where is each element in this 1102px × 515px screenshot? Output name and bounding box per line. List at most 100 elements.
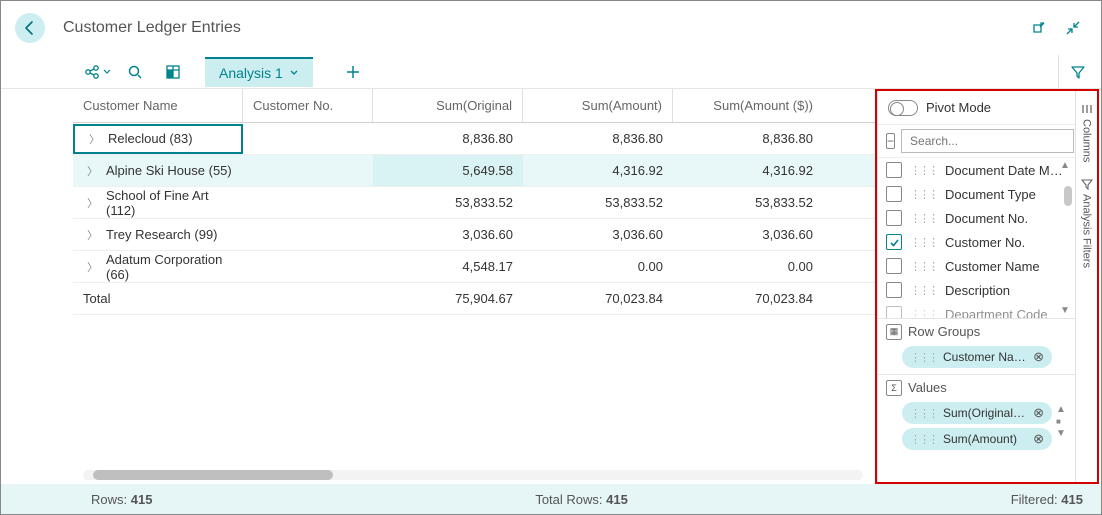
drag-handle-icon[interactable]: ⋮⋮⋮ — [910, 284, 937, 297]
expand-icon[interactable]: 〉 — [89, 131, 100, 147]
remove-chip-button[interactable]: ⊗ — [1033, 405, 1044, 421]
collapse-all-button[interactable]: − — [886, 133, 895, 149]
expand-icon[interactable]: 〉 — [87, 195, 98, 211]
col-header-sum-amount[interactable]: Sum(Amount) — [523, 89, 673, 122]
col-header-sum-amount-usd[interactable]: Sum(Amount ($)) — [673, 89, 823, 122]
checkbox[interactable] — [886, 210, 902, 226]
drag-handle-icon[interactable]: ⋮⋮⋮ — [910, 164, 937, 177]
filtered-count: Filtered: 415 — [1011, 492, 1083, 507]
values-scroll-arrows[interactable]: ▲■▼ — [1056, 402, 1066, 439]
remove-chip-button[interactable]: ⊗ — [1033, 349, 1044, 365]
column-search-row: − — [878, 125, 1075, 158]
back-button[interactable] — [15, 13, 45, 43]
pivot-mode-label: Pivot Mode — [926, 100, 991, 115]
list-scroll-arrows[interactable]: ▲▼ — [1060, 160, 1072, 316]
analysis-mode-button[interactable] — [159, 58, 187, 86]
cell-amt-usd: 3,036.60 — [673, 219, 823, 250]
column-item[interactable]: ⋮⋮⋮ Description — [878, 278, 1075, 302]
drag-handle-icon[interactable]: ⋮⋮⋮ — [910, 433, 937, 446]
tab-label: Analysis 1 — [219, 65, 283, 81]
remove-chip-button[interactable]: ⊗ — [1033, 431, 1044, 447]
collapse-button[interactable] — [1065, 20, 1081, 36]
checkbox[interactable] — [886, 162, 902, 178]
add-tab-button[interactable] — [337, 56, 369, 88]
analysis-icon — [165, 64, 181, 80]
filter-pane-button[interactable] — [1065, 59, 1091, 85]
drag-handle-icon[interactable]: ⋮⋮⋮ — [910, 407, 937, 420]
search-button[interactable] — [121, 58, 149, 86]
expand-icon[interactable]: 〉 — [87, 163, 98, 179]
cell-name: School of Fine Art (112) — [106, 188, 233, 218]
status-bar: Rows: 415 Total Rows: 415 Filtered: 415 — [1, 484, 1101, 514]
data-grid: Customer Name Customer No. Sum(Original … — [73, 89, 875, 484]
cell-no — [243, 155, 373, 186]
drag-handle-icon[interactable]: ⋮⋮⋮ — [910, 188, 937, 201]
cell-orig: 8,836.80 — [373, 123, 523, 154]
checkbox[interactable] — [886, 186, 902, 202]
side-tab-columns[interactable]: Columns — [1081, 97, 1093, 168]
column-item[interactable]: ⋮⋮⋮ Customer No. — [878, 230, 1075, 254]
values-icon: Σ — [886, 380, 902, 396]
total-label: Total — [73, 283, 243, 314]
column-item[interactable]: ⋮⋮⋮ Customer Name — [878, 254, 1075, 278]
col-header-sum-original[interactable]: Sum(Original — [373, 89, 523, 122]
horizontal-scrollbar[interactable] — [73, 468, 875, 482]
col-header-customer-name[interactable]: Customer Name — [73, 89, 243, 122]
open-new-window-button[interactable] — [1031, 20, 1047, 36]
column-headers: Customer Name Customer No. Sum(Original … — [73, 89, 875, 123]
column-item[interactable]: ⋮⋮⋮ Department Code — [878, 302, 1075, 318]
cell-name: Relecloud (83) — [108, 131, 193, 146]
drag-handle-icon[interactable]: ⋮⋮⋮ — [910, 260, 937, 273]
drag-handle-icon[interactable]: ⋮⋮⋮ — [910, 212, 937, 225]
cell-name: Adatum Corporation (66) — [106, 252, 233, 282]
checkbox[interactable] — [886, 258, 902, 274]
col-header-customer-no[interactable]: Customer No. — [243, 89, 373, 122]
column-search-input[interactable] — [901, 129, 1074, 153]
columns-icon — [1081, 103, 1093, 115]
checkbox[interactable] — [886, 306, 902, 318]
table-row[interactable]: 〉School of Fine Art (112) 53,833.52 53,8… — [73, 187, 875, 219]
pivot-mode-toggle[interactable] — [888, 100, 918, 116]
checkbox[interactable] — [886, 282, 902, 298]
cell-no — [243, 187, 373, 218]
value-chip[interactable]: ⋮⋮⋮ Sum(Original A... ⊗ — [902, 402, 1052, 424]
search-icon — [127, 64, 143, 80]
cell-amt: 8,836.80 — [523, 123, 673, 154]
expand-icon[interactable]: 〉 — [87, 259, 98, 275]
chevron-down-icon — [289, 68, 299, 78]
column-item[interactable]: ⋮⋮⋮ Document Type — [878, 182, 1075, 206]
share-button[interactable] — [83, 58, 111, 86]
column-item[interactable]: ⋮⋮⋮ Document No. — [878, 206, 1075, 230]
row-group-chip[interactable]: ⋮⋮⋮ Customer Name ⊗ — [902, 346, 1052, 368]
table-row[interactable]: 〉Relecloud (83) 8,836.80 8,836.80 8,836.… — [73, 123, 875, 155]
cell-orig: 5,649.58 — [373, 155, 523, 186]
column-label: Department Code — [945, 307, 1048, 319]
cell-name: Trey Research (99) — [106, 227, 218, 242]
drag-handle-icon[interactable]: ⋮⋮⋮ — [910, 308, 937, 319]
columns-panel-highlight: Pivot Mode − ⋮⋮⋮ Document Date Month ⋮⋮⋮… — [875, 89, 1099, 484]
total-amt-usd: 70,023.84 — [673, 283, 823, 314]
list-scroll-thumb[interactable] — [1064, 186, 1072, 206]
expand-icon[interactable]: 〉 — [87, 227, 98, 243]
total-rows-count: Total Rows: 415 — [152, 492, 1010, 507]
table-row[interactable]: 〉Alpine Ski House (55) 5,649.58 4,316.92… — [73, 155, 875, 187]
column-list: ⋮⋮⋮ Document Date Month ⋮⋮⋮ Document Typ… — [878, 158, 1075, 318]
cell-amt: 4,316.92 — [523, 155, 673, 186]
table-row[interactable]: 〉Adatum Corporation (66) 4,548.17 0.00 0… — [73, 251, 875, 283]
row-groups-label: Row Groups — [908, 324, 980, 339]
checkbox-checked[interactable] — [886, 234, 902, 250]
cell-orig: 3,036.60 — [373, 219, 523, 250]
column-label: Document Date Month — [945, 163, 1067, 178]
cell-amt-usd: 53,833.52 — [673, 187, 823, 218]
drag-handle-icon[interactable]: ⋮⋮⋮ — [910, 351, 937, 364]
table-row[interactable]: 〉Trey Research (99) 3,036.60 3,036.60 3,… — [73, 219, 875, 251]
row-groups-chips: ⋮⋮⋮ Customer Name ⊗ — [878, 344, 1075, 374]
tab-analysis-1[interactable]: Analysis 1 — [205, 57, 313, 87]
side-tab-analysis-filters[interactable]: Analysis Filters — [1081, 172, 1093, 274]
cell-amt-usd: 0.00 — [673, 251, 823, 282]
column-item[interactable]: ⋮⋮⋮ Document Date Month — [878, 158, 1075, 182]
cell-no — [243, 251, 373, 282]
page-title: Customer Ledger Entries — [63, 19, 241, 37]
value-chip[interactable]: ⋮⋮⋮ Sum(Amount) ⊗ — [902, 428, 1052, 450]
drag-handle-icon[interactable]: ⋮⋮⋮ — [910, 236, 937, 249]
